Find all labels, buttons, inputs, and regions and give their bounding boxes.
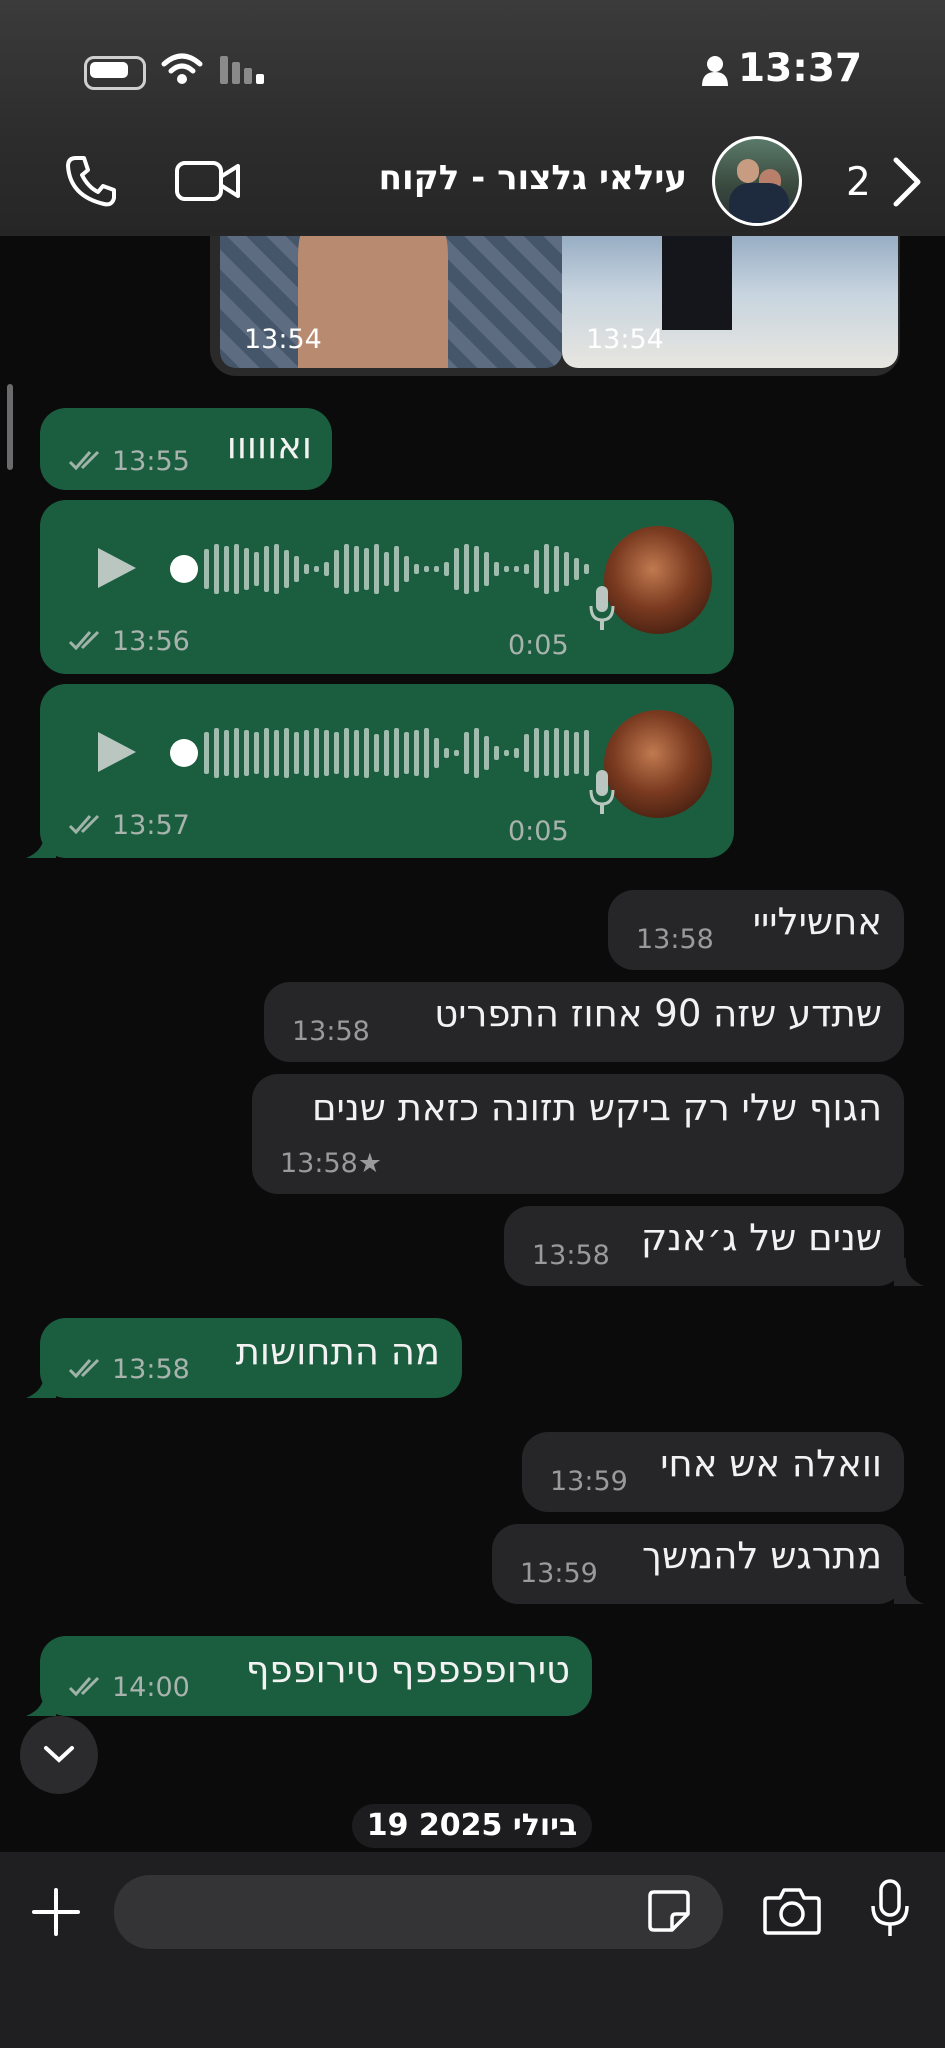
message-text: אחשילייי [752,900,882,943]
message-time: 13:56 [112,626,190,657]
message-bubble-incoming[interactable]: 13:58 שנים של ג׳אנק [504,1206,904,1286]
message-bubble-outgoing[interactable]: 13:55 ואווווו [40,408,332,490]
message-bubble-incoming[interactable]: הגוף שלי רק ביקש תזונה כזאת שנים 13:58★ [252,1074,904,1194]
bubble-tail [26,1688,56,1716]
chevron-down-icon [44,1746,74,1763]
message-time: 13:58 [112,1354,190,1385]
photo-right-time: 13:54 [586,324,664,355]
signal-icon [220,56,264,84]
bubble-tail [894,1258,924,1286]
wifi-icon [161,53,203,84]
message-bubble-outgoing[interactable]: 14:00 טירופפפפף טירופפף [40,1636,592,1716]
scroll-down-button[interactable] [20,1716,98,1794]
chat-header: 13:37 עילאי גלצור - לקוח 2 [0,0,945,236]
message-text: הגוף שלי רק ביקש תזונה כזאת שנים [312,1086,882,1129]
microphone-icon [589,770,615,814]
read-ticks-icon [68,630,100,651]
read-ticks-icon [68,814,100,835]
message-text: ואווווו [226,424,312,467]
voice-message-bubble[interactable]: 13:57 0:05 [40,684,734,858]
message-text: וואלה אש אחי [660,1442,882,1485]
read-ticks-icon [68,1676,100,1697]
back-count[interactable]: 2 [846,160,871,205]
read-ticks-icon [68,1358,100,1379]
voice-duration: 0:05 [508,816,569,847]
message-text: טירופפפפף טירופפף [245,1648,570,1691]
date-divider-text: 19 ביולי 2025 [366,1808,578,1843]
microphone-icon[interactable] [868,1878,912,1940]
voice-waveform[interactable] [170,718,594,788]
message-time: 13:58 [532,1240,610,1271]
sender-avatar[interactable] [604,526,712,634]
message-bubble-incoming[interactable]: 13:58 שתדע שזה 90 אחוז התפריט [264,982,904,1062]
message-time: 13:59 [550,1466,628,1497]
chevron-right-icon[interactable] [890,156,924,208]
message-time: 13:58 [292,1016,370,1047]
message-time: 13:57 [112,810,190,841]
message-text: מתרגש להמשך [642,1534,882,1577]
battery-icon [84,56,146,90]
bubble-tail [26,1370,56,1398]
message-time: 13:58★ [280,1148,383,1179]
status-time: 13:37 [738,46,863,91]
contact-name[interactable]: עילאי גלצור - לקוח [379,158,687,198]
message-time: 13:58 [636,924,714,955]
voice-waveform[interactable] [170,534,594,604]
message-text: שתדע שזה 90 אחוז התפריט [434,992,882,1035]
camera-icon[interactable] [762,1884,822,1936]
person-icon [702,56,728,86]
message-text: שנים של ג׳אנק [640,1216,882,1259]
message-bubble-incoming[interactable]: 13:58 אחשילייי [608,890,904,970]
message-bubble-incoming[interactable]: 13:59 מתרגש להמשך [492,1524,904,1604]
message-input[interactable] [114,1875,723,1949]
plus-icon[interactable] [30,1886,82,1938]
contact-avatar[interactable] [712,136,802,226]
scroll-indicator[interactable] [7,384,13,470]
bubble-tail [26,830,56,858]
sticker-icon[interactable] [646,1888,692,1934]
sender-avatar[interactable] [604,710,712,818]
bubble-tail [894,1576,924,1604]
play-icon[interactable] [94,728,140,776]
message-time: 13:59 [520,1558,598,1589]
date-divider: 19 ביולי 2025 [352,1804,592,1848]
voice-message-bubble[interactable]: 13:56 0:05 [40,500,734,674]
message-text: מה התחושות [235,1330,440,1373]
read-ticks-icon [68,450,100,471]
message-time: 14:00 [112,1672,190,1703]
photo-left-time: 13:54 [244,324,322,355]
message-bubble-incoming[interactable]: 13:59 וואלה אש אחי [522,1432,904,1512]
video-call-icon[interactable] [174,158,242,204]
message-bubble-outgoing[interactable]: 13:58 מה התחושות [40,1318,462,1398]
message-time: 13:55 [112,446,190,477]
phone-icon[interactable] [62,152,120,210]
voice-duration: 0:05 [508,630,569,661]
play-icon[interactable] [94,544,140,592]
microphone-icon [589,586,615,630]
